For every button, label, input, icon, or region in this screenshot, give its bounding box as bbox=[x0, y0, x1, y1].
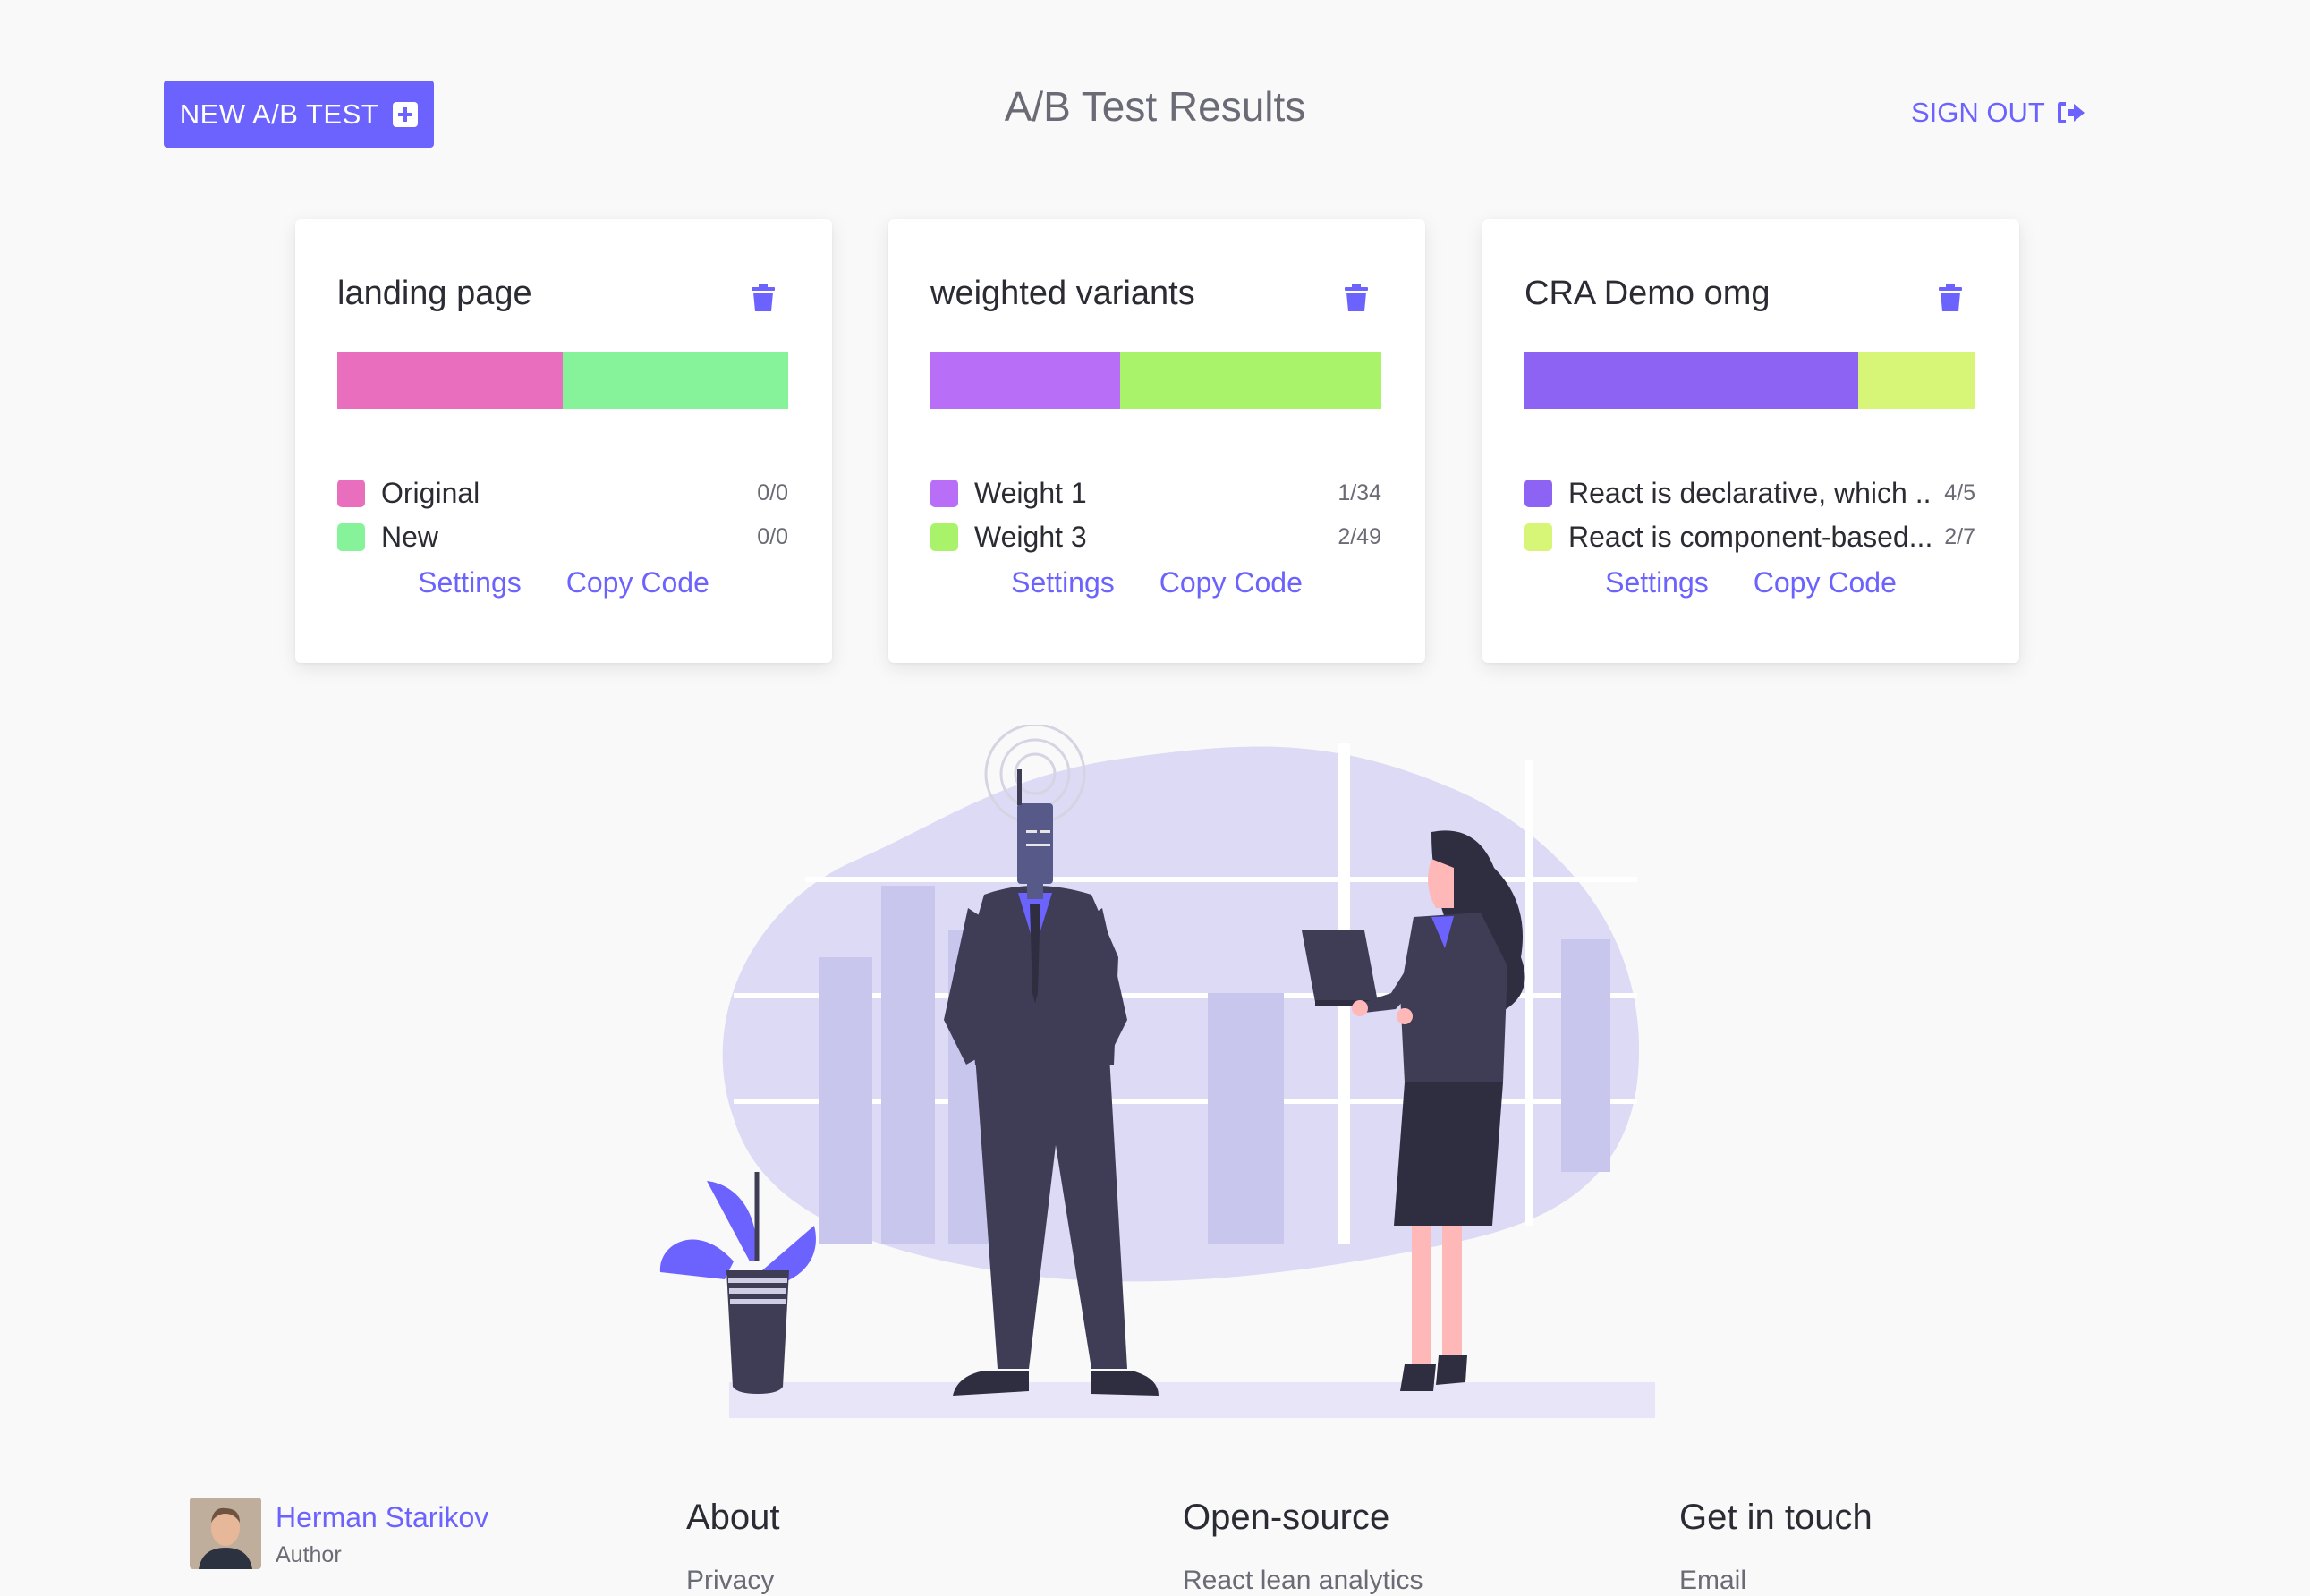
variant-distribution-bar bbox=[1524, 352, 1975, 409]
card-actions: Settings Copy Code bbox=[888, 566, 1425, 599]
variant-distribution-bar bbox=[930, 352, 1381, 409]
variant-row-2: React is component-based.... 2/7 bbox=[1524, 519, 1975, 555]
bar-segment-new bbox=[563, 352, 788, 409]
variant-name: New bbox=[381, 520, 439, 553]
settings-link[interactable]: Settings bbox=[1011, 566, 1115, 599]
variant-name: Weight 3 bbox=[974, 520, 1087, 553]
variant-color-swatch bbox=[337, 479, 365, 507]
ab-test-card-cra-demo: CRA Demo omg React is declarative, which… bbox=[1482, 219, 2019, 663]
footer-link-privacy[interactable]: Privacy bbox=[686, 1566, 774, 1596]
footer-link-react-lean-analytics[interactable]: React lean analytics bbox=[1183, 1566, 1423, 1596]
business-people-illustration bbox=[659, 725, 1655, 1418]
footer-heading: About bbox=[686, 1498, 780, 1537]
trash-icon[interactable] bbox=[751, 284, 776, 312]
author-name-link[interactable]: Herman Starikov bbox=[276, 1501, 488, 1534]
variant-conversions: 0/0 bbox=[757, 480, 788, 505]
sign-out-icon bbox=[2057, 102, 2085, 123]
bar-segment-variant-2 bbox=[1857, 352, 1975, 409]
bar-segment-weight-3 bbox=[1119, 352, 1381, 409]
variant-row-new: New 0/0 bbox=[337, 519, 788, 555]
variant-conversions: 0/0 bbox=[757, 523, 788, 549]
author-photo bbox=[190, 1498, 261, 1569]
footer-heading: Open-source bbox=[1183, 1498, 1390, 1537]
footer-heading: Get in touch bbox=[1679, 1498, 1873, 1537]
variant-color-swatch bbox=[337, 522, 365, 551]
author-role: Author bbox=[276, 1542, 342, 1567]
footer-column-get-in-touch: Get in touch Email bbox=[1679, 1498, 1873, 1595]
ab-test-card-weighted-variants: weighted variants Weight 1 1/34 Weight 3… bbox=[888, 219, 1425, 663]
variant-row-weight-3: Weight 3 2/49 bbox=[930, 519, 1381, 555]
variant-row-weight-1: Weight 1 1/34 bbox=[930, 475, 1381, 511]
variant-color-swatch bbox=[1524, 479, 1552, 507]
sign-out-button[interactable]: SIGN OUT bbox=[1911, 97, 2086, 129]
trash-icon[interactable] bbox=[1344, 284, 1369, 312]
trash-icon[interactable] bbox=[1938, 284, 1963, 312]
variant-name: Weight 1 bbox=[974, 476, 1087, 509]
variant-color-swatch bbox=[930, 522, 958, 551]
copy-code-link[interactable]: Copy Code bbox=[1754, 566, 1897, 599]
settings-link[interactable]: Settings bbox=[418, 566, 522, 599]
variant-conversions: 1/34 bbox=[1338, 480, 1381, 505]
bar-segment-variant-1 bbox=[1524, 352, 1858, 409]
card-title: weighted variants bbox=[930, 275, 1195, 312]
variant-row-1: React is declarative, which ... 4/5 bbox=[1524, 475, 1975, 511]
variant-name: React is component-based.... bbox=[1568, 520, 1934, 553]
variant-name: React is declarative, which ... bbox=[1568, 476, 1934, 509]
copy-code-link[interactable]: Copy Code bbox=[1159, 566, 1303, 599]
footer-column-open-source: Open-source React lean analytics bbox=[1183, 1498, 1423, 1595]
author-avatar bbox=[190, 1498, 261, 1569]
variant-row-original: Original 0/0 bbox=[337, 475, 788, 511]
card-title: landing page bbox=[337, 275, 532, 312]
settings-link[interactable]: Settings bbox=[1605, 566, 1709, 599]
footer-link-email[interactable]: Email bbox=[1679, 1566, 1746, 1596]
variant-conversions: 4/5 bbox=[1944, 480, 1975, 505]
variant-conversions: 2/49 bbox=[1338, 523, 1381, 549]
variant-color-swatch bbox=[930, 479, 958, 507]
variant-name: Original bbox=[381, 476, 480, 509]
card-title: CRA Demo omg bbox=[1524, 275, 1771, 312]
card-actions: Settings Copy Code bbox=[1482, 566, 2019, 599]
footer-column-about: About Privacy bbox=[686, 1498, 780, 1595]
sign-out-label: SIGN OUT bbox=[1911, 97, 2045, 128]
card-actions: Settings Copy Code bbox=[295, 566, 832, 599]
variant-color-swatch bbox=[1524, 522, 1552, 551]
ab-test-card-landing-page: landing page Original 0/0 New 0/0 Settin… bbox=[295, 219, 832, 663]
bar-segment-original bbox=[337, 352, 563, 409]
bar-segment-weight-1 bbox=[930, 352, 1120, 409]
copy-code-link[interactable]: Copy Code bbox=[566, 566, 709, 599]
variant-distribution-bar bbox=[337, 352, 788, 409]
variant-conversions: 2/7 bbox=[1944, 523, 1975, 549]
